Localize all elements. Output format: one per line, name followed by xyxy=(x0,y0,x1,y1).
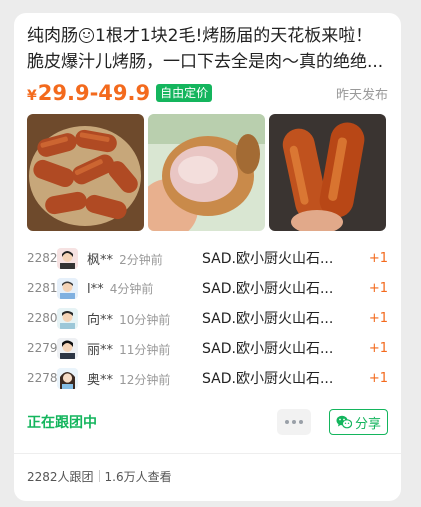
avatar xyxy=(57,307,78,329)
product-photo-3[interactable] xyxy=(269,114,386,231)
order-row: 2280 向** 10分钟前 SAD.欧小厨火山石... +1 xyxy=(27,303,388,333)
more-button[interactable] xyxy=(276,409,311,435)
price-tag: 自由定价 xyxy=(156,84,213,102)
posted-time: 昨天发布 xyxy=(335,87,388,103)
avatar xyxy=(57,367,78,389)
action-row: 正在跟团中 分享 xyxy=(27,405,388,439)
product-photos xyxy=(27,114,388,231)
product-photo-1[interactable] xyxy=(27,114,144,231)
price-row: ¥29.9-49.9 自由定价 昨天发布 xyxy=(27,79,388,107)
product-photo-2[interactable] xyxy=(148,114,265,231)
order-row: 2282 枫** 2分钟前 SAD.欧小厨火山石... +1 xyxy=(27,243,388,273)
smile-emoji-icon xyxy=(79,28,94,43)
post-title[interactable]: 纯肉肠 1根才1块2毛!烤肠届的天花板来啦！脆皮爆汁儿烤肠，一口下去全是肉～真的绝… xyxy=(27,23,388,75)
group-status: 正在跟团中 xyxy=(27,415,97,431)
order-list: 2282 枫** 2分钟前 SAD.欧小厨火山石... +1 2281 l** … xyxy=(27,243,388,393)
more-dots-icon xyxy=(284,420,289,424)
view-count: 1.6万人查看 xyxy=(104,469,172,484)
share-button[interactable]: 分享 xyxy=(328,409,388,435)
wechat-icon xyxy=(336,415,352,429)
stats-bar: 2282人跟团 1.6万人查看 xyxy=(27,454,388,498)
joined-count: 2282人跟团 xyxy=(27,469,94,484)
avatar xyxy=(57,247,78,269)
separator xyxy=(98,470,100,482)
avatar xyxy=(57,277,78,299)
price: ¥29.9-49.9 xyxy=(27,81,151,105)
order-row: 2281 l** 4分钟前 SAD.欧小厨火山石... +1 xyxy=(27,273,388,303)
avatar xyxy=(57,337,78,359)
order-row: 2278 奥** 12分钟前 SAD.欧小厨火山石... +1 xyxy=(27,363,388,393)
group-buy-card[interactable]: 纯肉肠 1根才1块2毛!烤肠届的天花板来啦！脆皮爆汁儿烤肠，一口下去全是肉～真的绝… xyxy=(14,13,401,501)
order-row: 2279 丽** 11分钟前 SAD.欧小厨火山石... +1 xyxy=(27,333,388,363)
